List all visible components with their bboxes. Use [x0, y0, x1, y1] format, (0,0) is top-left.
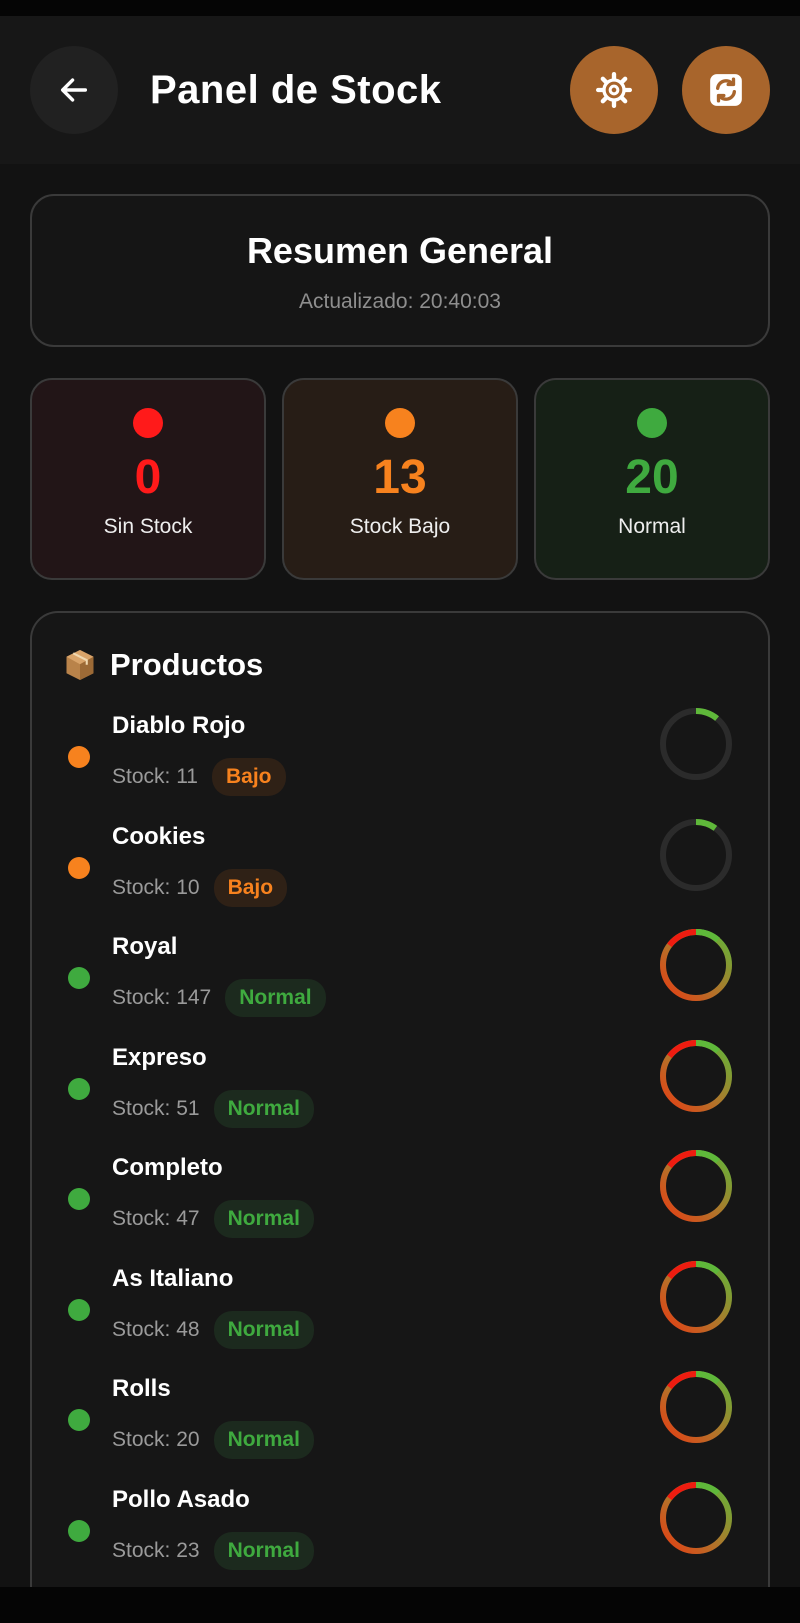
refresh-button[interactable] [682, 46, 770, 134]
product-row[interactable]: Expreso Stock: 51 Normal [32, 1038, 772, 1138]
product-row[interactable]: Cookies Stock: 10 Bajo [32, 817, 772, 917]
navigation-bar [0, 1587, 800, 1623]
stat-value: 13 [373, 451, 427, 504]
status-dot [68, 1298, 90, 1321]
arrow-left-icon [60, 78, 88, 102]
stock-progress-ring [660, 1149, 732, 1222]
stock-progress-ring [660, 928, 732, 1001]
stock-progress-ring [660, 708, 732, 780]
stock-count: Stock: 47 [112, 1207, 200, 1230]
status-badge: Bajo [212, 758, 286, 796]
product-name: As Italiano [112, 1264, 234, 1292]
product-name: Cookies [112, 822, 206, 850]
product-stock: Stock: 11 Bajo [112, 758, 286, 796]
stat-card-low-stock[interactable]: 13 Stock Bajo [282, 378, 518, 580]
stat-value: 0 [134, 451, 162, 504]
status-bar [0, 0, 800, 16]
stock-count: Stock: 48 [112, 1317, 200, 1341]
status-dot-orange [385, 408, 415, 438]
product-stock: Stock: 48 Normal [112, 1310, 314, 1349]
status-badge: Normal [213, 1421, 314, 1459]
product-name: Completo [112, 1154, 223, 1181]
summary-card: Resumen General Actualizado: 20:40:03 [30, 194, 770, 347]
product-name: Expreso [112, 1043, 207, 1071]
status-dot-green [637, 408, 667, 438]
gear-icon [596, 72, 632, 109]
stock-count: Stock: 51 [112, 1096, 200, 1120]
status-dot [68, 967, 90, 989]
stat-label: Sin Stock [103, 514, 193, 538]
status-badge: Normal [213, 1200, 314, 1238]
summary-title: Resumen General [246, 230, 554, 271]
ring-fill-top [695, 1370, 720, 1385]
stock-progress-ring [660, 1039, 732, 1112]
stat-card-out-of-stock[interactable]: 0 Sin Stock [30, 378, 266, 580]
stock-progress-ring [660, 818, 732, 891]
ring-fill-top [695, 1260, 720, 1274]
settings-button[interactable] [570, 46, 658, 134]
product-stock: Stock: 147 Normal [112, 979, 326, 1017]
product-stock: Stock: 10 Bajo [112, 868, 288, 907]
status-badge: Bajo [213, 868, 288, 907]
status-dot [68, 1188, 90, 1210]
stat-label: Normal [618, 514, 686, 538]
products-title: Productos [110, 647, 264, 682]
ring-fill-top [695, 1481, 720, 1495]
product-row[interactable]: Completo Stock: 47 Normal [32, 1148, 772, 1248]
product-name: Diablo Rojo [112, 712, 246, 739]
stock-count: Stock: 10 [112, 875, 200, 899]
status-dot [68, 856, 90, 879]
ring-fill-top [695, 1149, 720, 1164]
product-row[interactable]: Rolls Stock: 20 Normal [32, 1369, 772, 1469]
product-row[interactable]: Diablo Rojo Stock: 11 Bajo [32, 706, 772, 806]
app-header: Panel de Stock [0, 16, 800, 164]
updated-timestamp: Actualizado: 20:40:03 [299, 290, 501, 313]
products-card: Productos Diablo Rojo Stock: 11 Bajo Cookie… [30, 611, 770, 1611]
product-name: Royal [112, 933, 178, 960]
status-badge: Normal [213, 1531, 314, 1570]
back-button[interactable] [30, 46, 118, 134]
stock-count: Stock: 20 [112, 1428, 200, 1451]
ring-fill-top [695, 928, 720, 943]
product-row[interactable]: Royal Stock: 147 Normal [32, 927, 772, 1027]
package-icon [66, 650, 94, 680]
status-dot [68, 1519, 90, 1542]
status-dot [68, 746, 90, 768]
stat-card-normal[interactable]: 20 Normal [534, 378, 770, 580]
ring-fill-start [667, 928, 697, 948]
status-dot [68, 1409, 90, 1431]
ring-fill-start [667, 1039, 697, 1058]
product-stock: Stock: 23 Normal [112, 1531, 314, 1570]
status-badge: Normal [213, 1310, 314, 1349]
product-name: Pollo Asado [112, 1485, 250, 1513]
ring-fill-start [667, 1260, 697, 1279]
status-badge: Normal [213, 1089, 314, 1128]
product-stock: Stock: 47 Normal [112, 1200, 314, 1238]
refresh-icon [710, 74, 742, 106]
stat-value: 20 [625, 451, 679, 504]
product-row[interactable]: As Italiano Stock: 48 Normal [32, 1259, 772, 1359]
stock-count: Stock: 23 [112, 1538, 200, 1562]
products-heading: Productos [62, 647, 263, 683]
page-title: Panel de Stock [150, 68, 442, 112]
status-badge: Normal [225, 979, 326, 1017]
stock-progress-ring [660, 1481, 732, 1554]
product-stock: Stock: 20 Normal [112, 1421, 314, 1459]
product-stock: Stock: 51 Normal [112, 1089, 314, 1128]
ring-fill-start [667, 1481, 697, 1500]
stock-count: Stock: 147 [112, 986, 212, 1009]
ring-fill-start [667, 1370, 697, 1390]
product-name: Rolls [112, 1375, 171, 1402]
ring-fill-top [695, 1039, 720, 1053]
product-row[interactable]: Pollo Asado Stock: 23 Normal [32, 1480, 772, 1580]
status-dot-red [133, 408, 163, 438]
stock-progress-ring [660, 1370, 732, 1443]
ring-fill-start [667, 1149, 697, 1169]
stock-count: Stock: 11 [112, 765, 198, 788]
stat-label: Stock Bajo [349, 514, 451, 538]
stock-progress-ring [660, 1260, 732, 1333]
status-dot [68, 1077, 90, 1100]
